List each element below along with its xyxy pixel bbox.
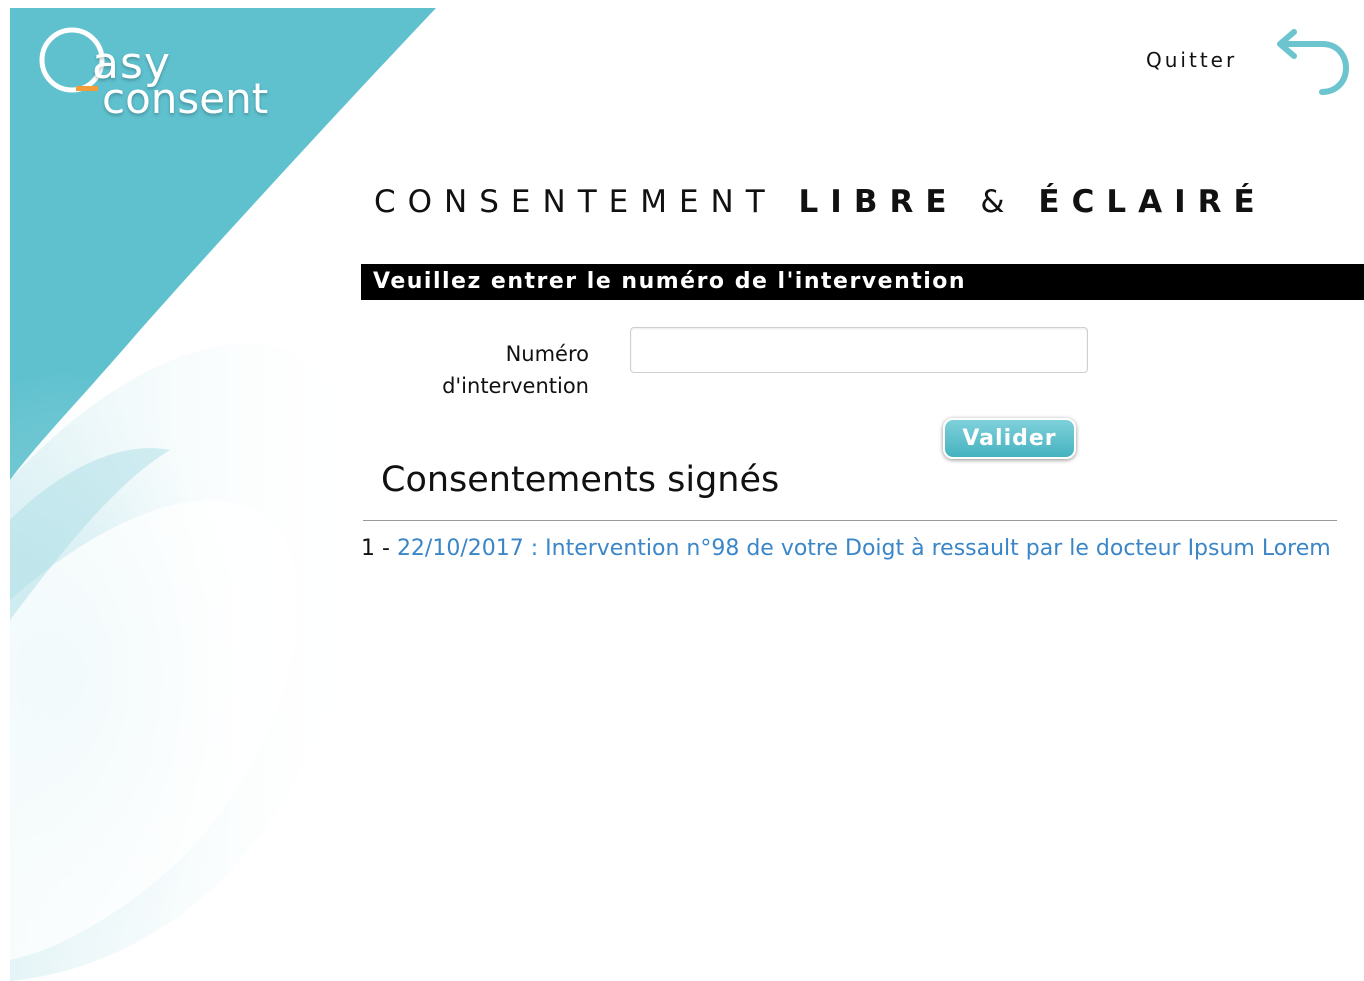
intervention-number-label: Numéro d'intervention bbox=[380, 338, 589, 402]
quit-link[interactable]: Quitter bbox=[1146, 48, 1237, 72]
easy-consent-logo: asy consent bbox=[36, 18, 296, 128]
consent-link[interactable]: 22/10/2017 : Intervention n°98 de votre … bbox=[397, 536, 1331, 561]
valider-button[interactable]: Valider bbox=[943, 418, 1076, 459]
list-item: 1 - 22/10/2017 : Intervention n°98 de vo… bbox=[361, 536, 1331, 561]
label-line-2: d'intervention bbox=[442, 374, 589, 398]
page-title: CONSENTEMENT LIBRE & ÉCLAIRÉ bbox=[374, 184, 1267, 220]
instruction-banner: Veuillez entrer le numéro de l'intervent… bbox=[361, 264, 1364, 300]
section-divider bbox=[363, 520, 1337, 521]
page: asy consent Quitter CONSENTEMENT LIBRE &… bbox=[0, 0, 1364, 981]
title-light-word: CONSENTEMENT bbox=[374, 184, 777, 220]
title-bold-word-2: ÉCLAIRÉ bbox=[1038, 184, 1267, 220]
list-item-index: 1 - bbox=[361, 536, 390, 561]
label-line-1: Numéro bbox=[505, 342, 589, 366]
logo-word-consent: consent bbox=[102, 74, 269, 123]
title-ampersand: & bbox=[980, 184, 1017, 220]
title-bold-word-1: LIBRE bbox=[798, 184, 959, 220]
signed-consents-title: Consentements signés bbox=[381, 460, 780, 500]
undo-arrow-icon[interactable] bbox=[1272, 28, 1352, 100]
intervention-number-input[interactable] bbox=[630, 327, 1088, 373]
